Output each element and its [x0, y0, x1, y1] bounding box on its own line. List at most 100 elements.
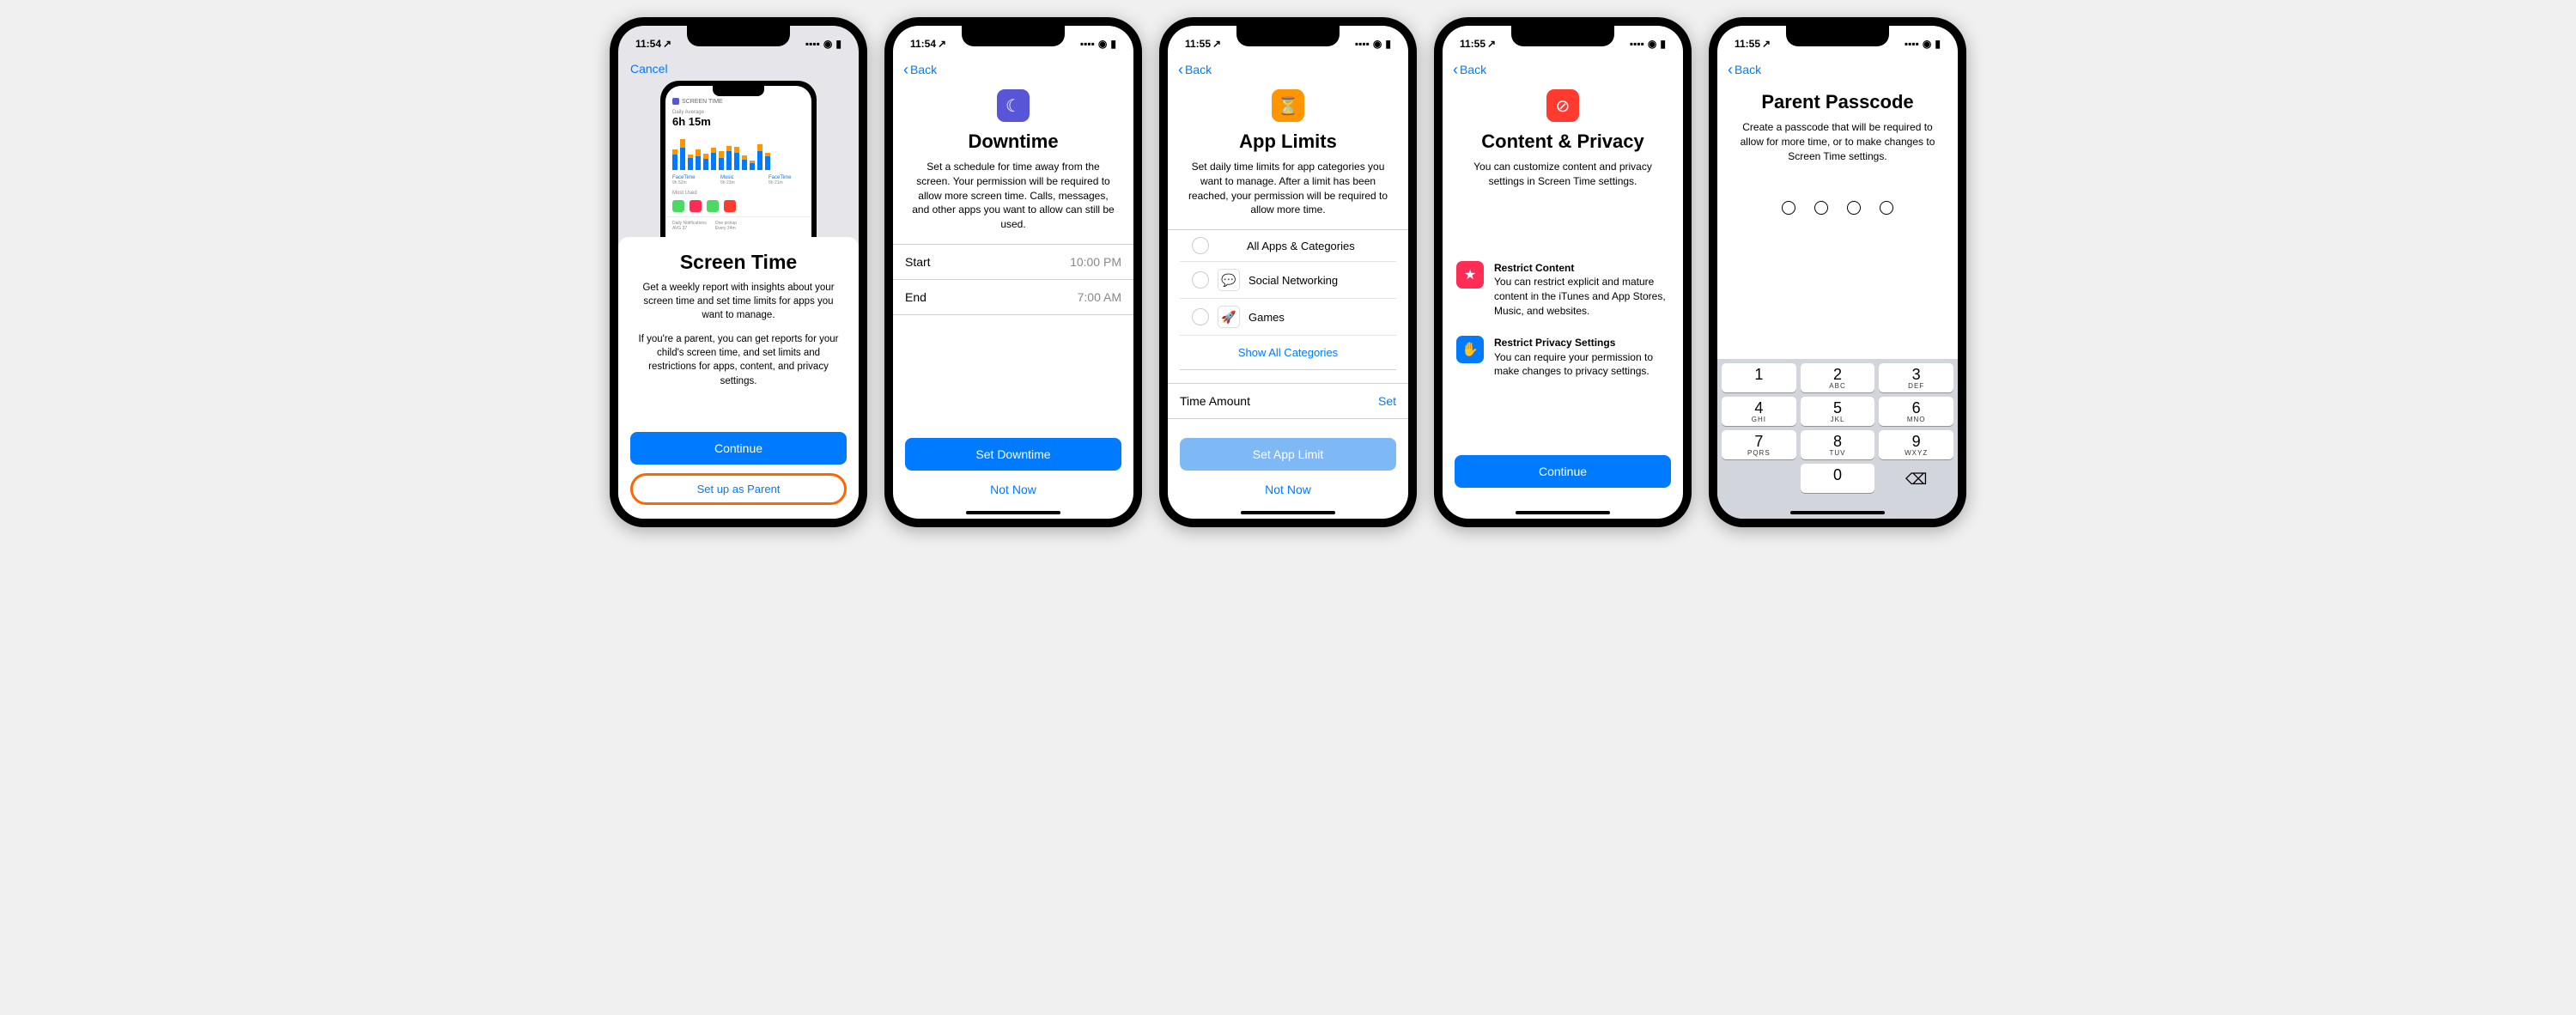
key-5[interactable]: 5JKL	[1801, 397, 1875, 426]
status-time: 11:54	[635, 38, 661, 50]
preview-avg-time: 6h 15m	[665, 115, 811, 128]
home-indicator[interactable]	[1241, 511, 1335, 514]
start-label: Start	[905, 255, 931, 269]
cancel-link[interactable]: Cancel	[618, 58, 859, 81]
signal-icon: ▪▪▪▪	[1630, 38, 1644, 50]
time-amount-row[interactable]: Time Amount Set	[1168, 383, 1408, 419]
key-0[interactable]: 0	[1801, 464, 1875, 493]
backspace-key[interactable]: ⌫	[1879, 464, 1953, 493]
category-label: Social Networking	[1249, 274, 1338, 287]
setup-as-parent-button[interactable]: Set up as Parent	[630, 473, 847, 505]
wifi-icon: ◉	[823, 38, 832, 50]
restrict-privacy-title: Restrict Privacy Settings	[1494, 336, 1669, 350]
key-7[interactable]: 7PQRS	[1722, 430, 1796, 459]
location-icon: ↗	[1212, 38, 1221, 50]
notch	[687, 26, 790, 46]
notch	[1236, 26, 1340, 46]
signal-icon: ▪▪▪▪	[1905, 38, 1919, 50]
status-time: 11:54	[910, 38, 936, 50]
end-value: 7:00 AM	[1078, 290, 1121, 304]
passcode-dot	[1847, 201, 1861, 215]
back-button[interactable]: ‹Back	[1453, 62, 1486, 77]
chevron-left-icon: ‹	[1728, 62, 1733, 77]
social-icon: 💬	[1218, 269, 1240, 291]
phone-2: 11:54↗ ▪▪▪▪◉▮ ‹Back ☾ Downtime Set a sch…	[884, 17, 1142, 527]
passcode-dot	[1880, 201, 1893, 215]
preview-phone: SCREEN TIME Daily Average 6h 15m	[660, 81, 817, 263]
app-limits-icon: ⏳	[1272, 89, 1304, 122]
key-6[interactable]: 6MNO	[1879, 397, 1953, 426]
passcode-dots	[1717, 175, 1958, 249]
backspace-icon: ⌫	[1905, 471, 1927, 489]
radio-icon	[1192, 271, 1209, 289]
radio-icon	[1192, 308, 1209, 325]
category-social[interactable]: 💬 Social Networking	[1180, 262, 1396, 299]
continue-button[interactable]: Continue	[1455, 455, 1671, 488]
downtime-title: Downtime	[893, 131, 1133, 153]
set-app-limit-button[interactable]: Set App Limit	[1180, 438, 1396, 471]
time-amount-label: Time Amount	[1180, 394, 1250, 408]
key-blank	[1722, 464, 1796, 493]
home-indicator[interactable]	[1790, 511, 1885, 514]
continue-button[interactable]: Continue	[630, 432, 847, 465]
key-2[interactable]: 2ABC	[1801, 363, 1875, 392]
wifi-icon: ◉	[1923, 38, 1931, 50]
radio-icon	[1192, 237, 1209, 254]
location-icon: ↗	[663, 38, 671, 50]
key-9[interactable]: 9WXYZ	[1879, 430, 1953, 459]
signal-icon: ▪▪▪▪	[1355, 38, 1370, 50]
restrict-content-title: Restrict Content	[1494, 261, 1669, 276]
start-time-row[interactable]: Start 10:00 PM	[893, 245, 1133, 280]
battery-icon: ▮	[1660, 38, 1666, 50]
battery-icon: ▮	[1935, 38, 1941, 50]
back-button[interactable]: ‹Back	[1728, 62, 1761, 77]
content-privacy-icon: ⊘	[1546, 89, 1579, 122]
category-games[interactable]: 🚀 Games	[1180, 299, 1396, 336]
passcode-dot	[1782, 201, 1795, 215]
key-8[interactable]: 8TUV	[1801, 430, 1875, 459]
restrict-content-row: ★ Restrict Content You can restrict expl…	[1443, 252, 1683, 327]
status-time: 11:55	[1460, 38, 1485, 50]
phone-1: 11:54↗ ▪▪▪▪ ◉ ▮ Cancel SCREEN TIME Daily…	[610, 17, 867, 527]
end-time-row[interactable]: End 7:00 AM	[893, 280, 1133, 315]
battery-icon: ▮	[1110, 38, 1116, 50]
content-privacy-title: Content & Privacy	[1443, 131, 1683, 153]
location-icon: ↗	[938, 38, 946, 50]
hand-icon: ✋	[1456, 336, 1484, 363]
signal-icon: ▪▪▪▪	[805, 38, 820, 50]
set-downtime-button[interactable]: Set Downtime	[905, 438, 1121, 471]
app-limits-subtitle: Set daily time limits for app categories…	[1168, 160, 1408, 229]
end-label: End	[905, 290, 927, 304]
location-icon: ↗	[1762, 38, 1771, 50]
chevron-left-icon: ‹	[1453, 62, 1458, 77]
back-button[interactable]: ‹Back	[1178, 62, 1212, 77]
key-3[interactable]: 3DEF	[1879, 363, 1953, 392]
preview-chart	[665, 128, 811, 173]
downtime-subtitle: Set a schedule for time away from the sc…	[893, 160, 1133, 244]
category-all-apps[interactable]: All Apps & Categories	[1180, 230, 1396, 262]
home-indicator[interactable]	[966, 511, 1060, 514]
preview-avg-label: Daily Average	[665, 106, 811, 115]
not-now-button[interactable]: Not Now	[1180, 471, 1396, 508]
app-limits-title: App Limits	[1168, 131, 1408, 153]
status-time: 11:55	[1735, 38, 1760, 50]
star-icon: ★	[1456, 261, 1484, 289]
home-indicator[interactable]	[1516, 511, 1610, 514]
key-1[interactable]: 1	[1722, 363, 1796, 392]
downtime-icon: ☾	[997, 89, 1030, 122]
phone-4: 11:55↗ ▪▪▪▪◉▮ ‹Back ⊘ Content & Privacy …	[1434, 17, 1692, 527]
notch	[1786, 26, 1889, 46]
status-time: 11:55	[1185, 38, 1211, 50]
back-button[interactable]: ‹Back	[903, 62, 937, 77]
show-all-categories[interactable]: Show All Categories	[1180, 336, 1396, 370]
screen-time-desc-2: If you're a parent, you can get reports …	[630, 332, 847, 398]
games-icon: 🚀	[1218, 306, 1240, 328]
preview-header: SCREEN TIME	[682, 99, 723, 105]
screen-time-title: Screen Time	[630, 251, 847, 274]
category-label: All Apps & Categories	[1247, 240, 1355, 252]
passcode-title: Parent Passcode	[1717, 91, 1958, 113]
wifi-icon: ◉	[1648, 38, 1656, 50]
not-now-button[interactable]: Not Now	[905, 471, 1121, 508]
chevron-left-icon: ‹	[903, 62, 908, 77]
key-4[interactable]: 4GHI	[1722, 397, 1796, 426]
